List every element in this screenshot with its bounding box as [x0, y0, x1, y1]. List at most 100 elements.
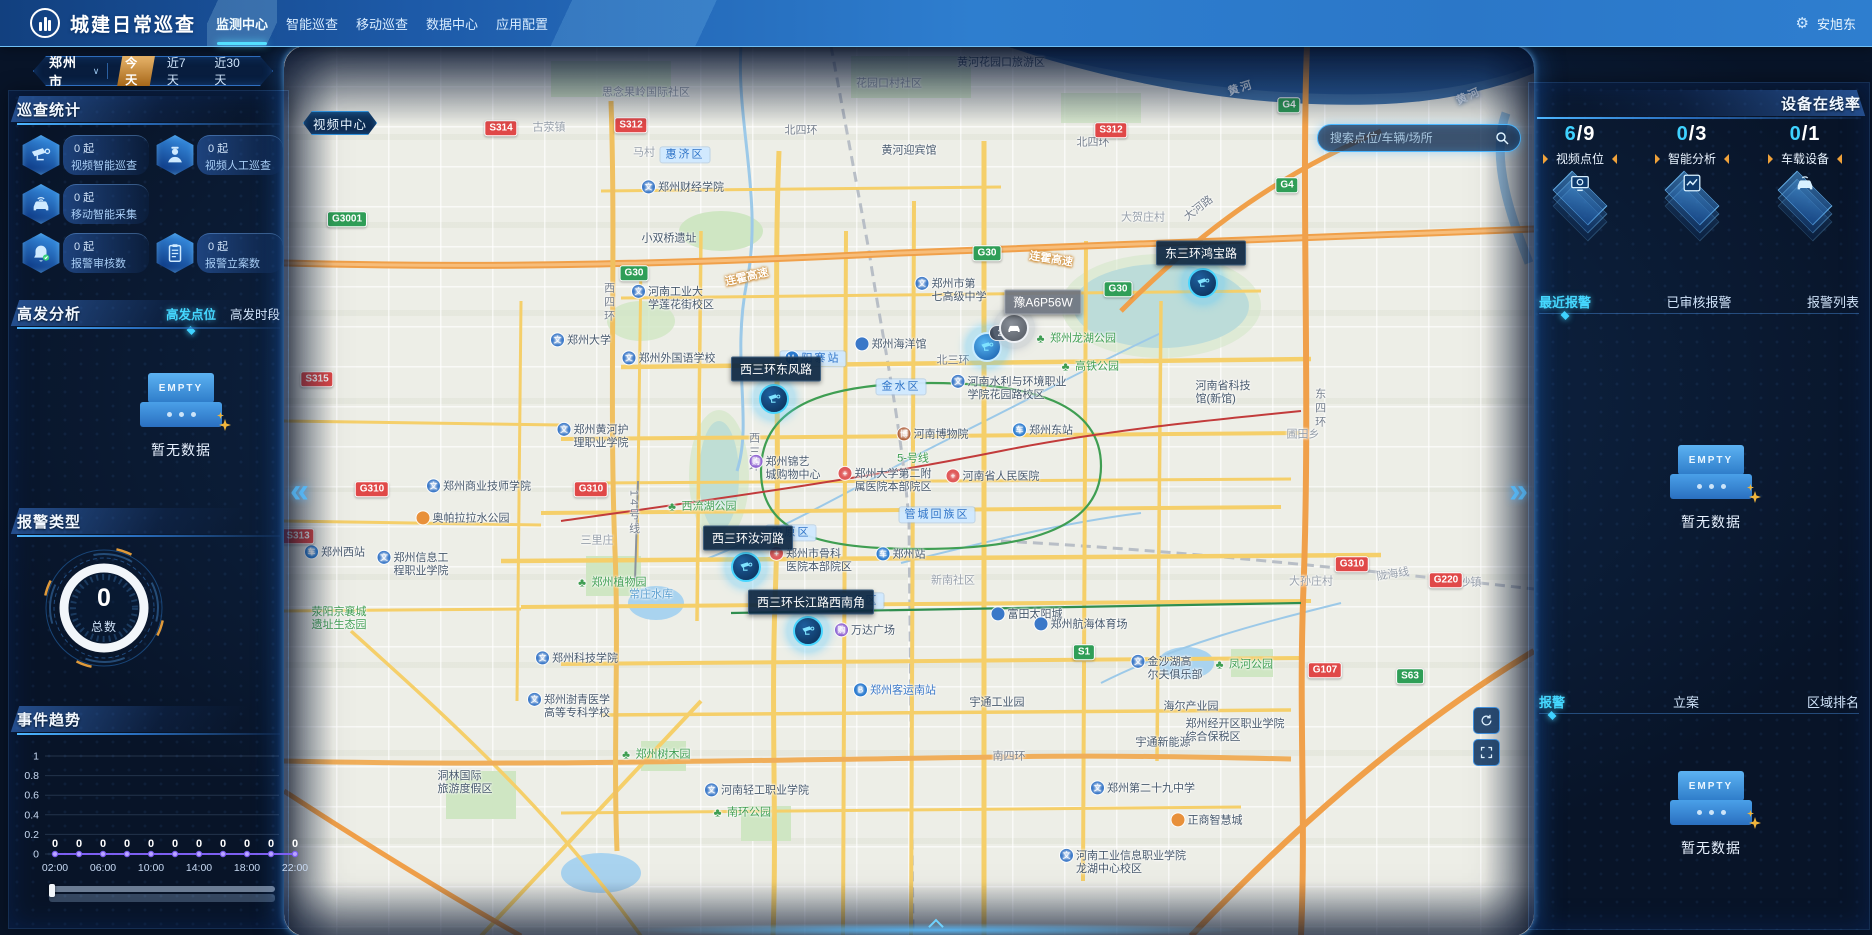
stat-label: 视频智能巡查 [71, 157, 145, 173]
stat-value: 0起 [71, 235, 145, 254]
platform-icon [1648, 171, 1736, 225]
svg-text:22:00: 22:00 [282, 862, 308, 874]
map-marker[interactable] [1188, 268, 1218, 298]
officer-icon [155, 135, 195, 175]
search-icon[interactable] [1494, 130, 1510, 146]
stat-value: 0起 [205, 235, 279, 254]
carousel-left-arrow[interactable]: « [290, 474, 309, 508]
case-file-icon [155, 233, 195, 273]
map-marker[interactable] [759, 384, 789, 414]
svg-text:14:00: 14:00 [186, 862, 212, 874]
top-navbar: 城建日常巡查 监测中心智能巡查移动巡查数据中心应用配置 ⚙ 安旭东 [0, 0, 1872, 46]
alarm-total-label: 总数 [24, 618, 184, 635]
high-incidence-tab[interactable]: 高发点位 [166, 304, 216, 323]
arrow-left-icon [1722, 154, 1729, 164]
section-title-device-online: 设备在线率 [1781, 93, 1861, 114]
video-center-button[interactable]: 视频中心 [303, 111, 377, 135]
rank-tab[interactable]: 报警 [1539, 692, 1565, 711]
nav-item[interactable]: 数据中心 [417, 0, 487, 46]
alarm-empty: EMPTY 暂无数据 [1651, 441, 1771, 532]
map-point-badge[interactable]: 东三环鸿宝路 [1156, 241, 1246, 266]
empty-text: 暂无数据 [1651, 512, 1771, 532]
device-stat-value: 6/9 [1527, 123, 1633, 146]
device-stat-label: 车载设备 [1781, 150, 1829, 167]
time-range-tab[interactable]: 近30天 [205, 51, 257, 91]
chevron-down-icon: ∨ [93, 66, 100, 77]
arrow-right-icon [1543, 154, 1550, 164]
device-stat: 0/1 车载设备 [1752, 123, 1858, 225]
rank-tab[interactable]: 区域排名 [1807, 692, 1859, 711]
device-stat-label: 视频点位 [1556, 150, 1604, 167]
patrol-stat-item: 0起 视频智能巡查 [21, 133, 149, 177]
stat-label: 报警立案数 [205, 255, 279, 271]
svg-text:0: 0 [172, 838, 178, 850]
map-point-badge[interactable]: 西三环东风路 [731, 357, 821, 382]
event-trend-chart: 00.20.40.60.81002:000006:000010:000014:0… [11, 742, 283, 880]
map-canvas[interactable]: 古荥镇 马村 丰乐农庄 花园口村社区 [283, 45, 1535, 935]
svg-text:0.2: 0.2 [24, 829, 39, 841]
time-range-tab[interactable]: 今天 [116, 51, 156, 91]
svg-text:0: 0 [244, 838, 250, 850]
refresh-button[interactable] [1473, 707, 1500, 734]
map-point-badge[interactable]: 豫A6P56W [1004, 290, 1081, 315]
alarm-tab[interactable]: 报警列表 [1807, 292, 1859, 311]
nav-item[interactable]: 应用配置 [487, 0, 557, 46]
svg-text:10:00: 10:00 [138, 862, 164, 874]
map-search[interactable] [1317, 124, 1521, 152]
map-marker[interactable] [731, 552, 761, 582]
cctv-icon [21, 135, 61, 175]
alarm-total-value: 0 [24, 584, 184, 613]
nav-item[interactable]: 智能巡查 [277, 0, 347, 46]
map-roads [283, 45, 1535, 935]
map-marker[interactable] [793, 616, 823, 646]
alarm-tab[interactable]: 最近报警 [1539, 292, 1591, 311]
device-stat-value: 0/1 [1752, 123, 1858, 146]
search-input[interactable] [1328, 130, 1488, 146]
map-point-badge[interactable]: 西三环长江路西南角 [748, 590, 874, 615]
stat-label: 报警审核数 [71, 255, 145, 271]
divider [107, 63, 108, 79]
camera-icon [793, 616, 823, 646]
svg-text:0.8: 0.8 [24, 770, 39, 782]
svg-text:0: 0 [268, 838, 274, 850]
svg-text:0: 0 [76, 838, 82, 850]
slider-handle[interactable] [49, 884, 55, 897]
arrow-right-icon [1768, 154, 1775, 164]
empty-text: 暂无数据 [1651, 838, 1771, 858]
fullscreen-icon [1479, 745, 1494, 760]
empty-box-icon: EMPTY [1669, 441, 1753, 503]
trend-zoom-slider[interactable] [49, 886, 275, 902]
rank-empty: EMPTY 暂无数据 [1651, 767, 1771, 858]
fullscreen-button[interactable] [1473, 739, 1500, 766]
section-title-alarm-type: 报警类型 [17, 511, 81, 532]
carousel-right-arrow[interactable]: » [1509, 474, 1528, 508]
device-stat: 0/3 智能分析 [1639, 123, 1745, 225]
high-incidence-tab[interactable]: 高发时段 [230, 304, 280, 323]
camera-icon [731, 552, 761, 582]
map-point-badge[interactable]: 西三环汝河路 [703, 526, 793, 551]
alarm-tab[interactable]: 已审核报警 [1666, 292, 1731, 311]
gear-icon[interactable]: ⚙ [1796, 14, 1809, 32]
app-title: 城建日常巡查 [70, 10, 196, 37]
nav-item[interactable]: 移动巡查 [347, 0, 417, 46]
user-name[interactable]: 安旭东 [1817, 14, 1856, 33]
video-point-icon [1569, 172, 1591, 194]
camera-icon [999, 313, 1029, 343]
time-range-tab[interactable]: 近7天 [158, 51, 204, 91]
nav-item[interactable]: 监测中心 [207, 0, 277, 46]
platform-icon [1761, 171, 1849, 225]
platform-icon [1536, 171, 1624, 225]
patrol-stat-item: 0起 报警审核数 [21, 231, 149, 275]
svg-text:0: 0 [52, 838, 58, 850]
empty-box-icon: EMPTY [1669, 767, 1753, 829]
svg-text:18:00: 18:00 [234, 862, 260, 874]
city-select[interactable]: 郑州市 ∨ [49, 52, 99, 90]
rank-tab[interactable]: 立案 [1673, 692, 1699, 711]
section-title-event-trend: 事件趋势 [17, 709, 81, 730]
svg-text:0: 0 [148, 838, 154, 850]
svg-text:0: 0 [100, 838, 106, 850]
svg-text:0: 0 [196, 838, 202, 850]
svg-text:0.4: 0.4 [24, 809, 39, 821]
high-incidence-empty: EMPTY 暂无数据 [121, 369, 241, 460]
map-marker[interactable] [999, 313, 1029, 343]
